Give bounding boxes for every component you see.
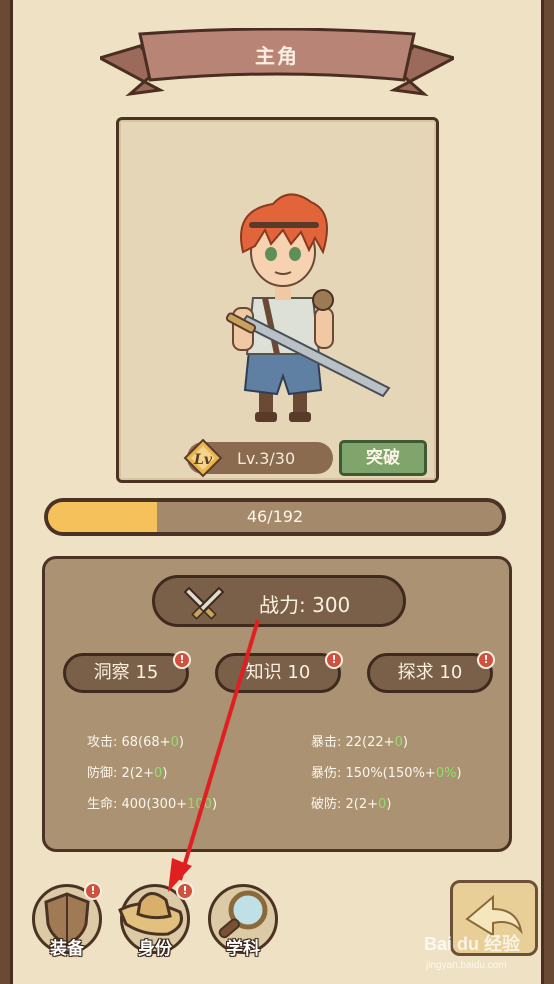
stat-crit: 暴击: 22(22+0) [311, 731, 408, 750]
alert-icon: ! [325, 651, 343, 669]
tab-subjects[interactable]: 学科 [204, 878, 282, 968]
exp-bar-track: 46/192 [48, 502, 502, 532]
stat-crit-damage-base: 暴伤: 150%(150%+ [311, 766, 436, 781]
breakthrough-button[interactable]: 突破 [339, 440, 427, 476]
stat-crit-base: 暴击: 22(22+ [311, 735, 395, 750]
exp-text: 46/192 [246, 507, 304, 526]
level-badge-icon: Lv [183, 438, 223, 478]
stat-health-bonus: 100 [187, 797, 212, 812]
attribute-pursuit-button[interactable]: 探求 10 [367, 653, 493, 693]
alert-icon: ! [84, 882, 102, 900]
exp-bar: 46/192 [44, 498, 506, 536]
stat-health-end: ) [211, 797, 218, 812]
stat-defense-base: 防御: 2(2+ [87, 766, 155, 781]
stat-health: 生命: 400(300+100) [87, 793, 217, 812]
stat-armor-break-base: 破防: 2(2+ [311, 797, 379, 812]
stat-crit-damage-end: ) [456, 766, 462, 781]
alert-icon: ! [176, 882, 194, 900]
hero-character-sprite [225, 193, 391, 422]
combat-power-pill: 战力: 300 [152, 575, 406, 627]
stat-crit-end: ) [402, 735, 408, 750]
stat-crit-bonus: 0 [394, 735, 403, 750]
stat-armor-break: 破防: 2(2+0) [311, 793, 391, 812]
level-text: Lv.3/30 [237, 449, 296, 468]
title-ribbon: 主角 [96, 27, 458, 98]
stat-defense: 防御: 2(2+0) [87, 762, 167, 781]
alert-icon: ! [477, 651, 495, 669]
stat-attack-base: 攻击: 68(68+ [87, 735, 171, 750]
stat-defense-end: ) [162, 766, 168, 781]
stat-attack-bonus: 0 [170, 735, 179, 750]
character-portrait-panel: Lv Lv.3/30 突破 [116, 117, 439, 483]
stat-crit-damage-bonus: 0% [435, 766, 457, 781]
tab-identity-label: 身份 [138, 939, 172, 959]
level-badge-text: Lv [193, 452, 213, 468]
tab-identity[interactable]: ! 身份 [116, 878, 194, 968]
alert-icon: ! [173, 651, 191, 669]
return-arrow-icon [465, 894, 523, 937]
stats-panel: 战力: 300 洞察 15 ! 知识 10 ! 探求 10 ! 攻击: 68(6… [42, 556, 512, 852]
stat-armor-break-end: ) [386, 797, 392, 812]
page-title: 主角 [255, 44, 299, 68]
tab-subjects-label: 学科 [226, 939, 260, 959]
tab-equipment[interactable]: ! 装备 [28, 878, 106, 968]
attribute-knowledge-button[interactable]: 知识 10 [215, 653, 341, 693]
stat-attack-end: ) [178, 735, 184, 750]
tab-equipment-label: 装备 [50, 939, 84, 959]
back-button[interactable] [450, 880, 538, 956]
attribute-insight-button[interactable]: 洞察 15 [63, 653, 189, 693]
crossed-swords-icon [183, 586, 225, 620]
stat-attack: 攻击: 68(68+0) [87, 731, 184, 750]
stat-crit-damage: 暴伤: 150%(150%+0%) [311, 762, 462, 781]
combat-power-text: 战力: 300 [259, 593, 351, 617]
stat-health-base: 生命: 400(300+ [87, 797, 188, 812]
